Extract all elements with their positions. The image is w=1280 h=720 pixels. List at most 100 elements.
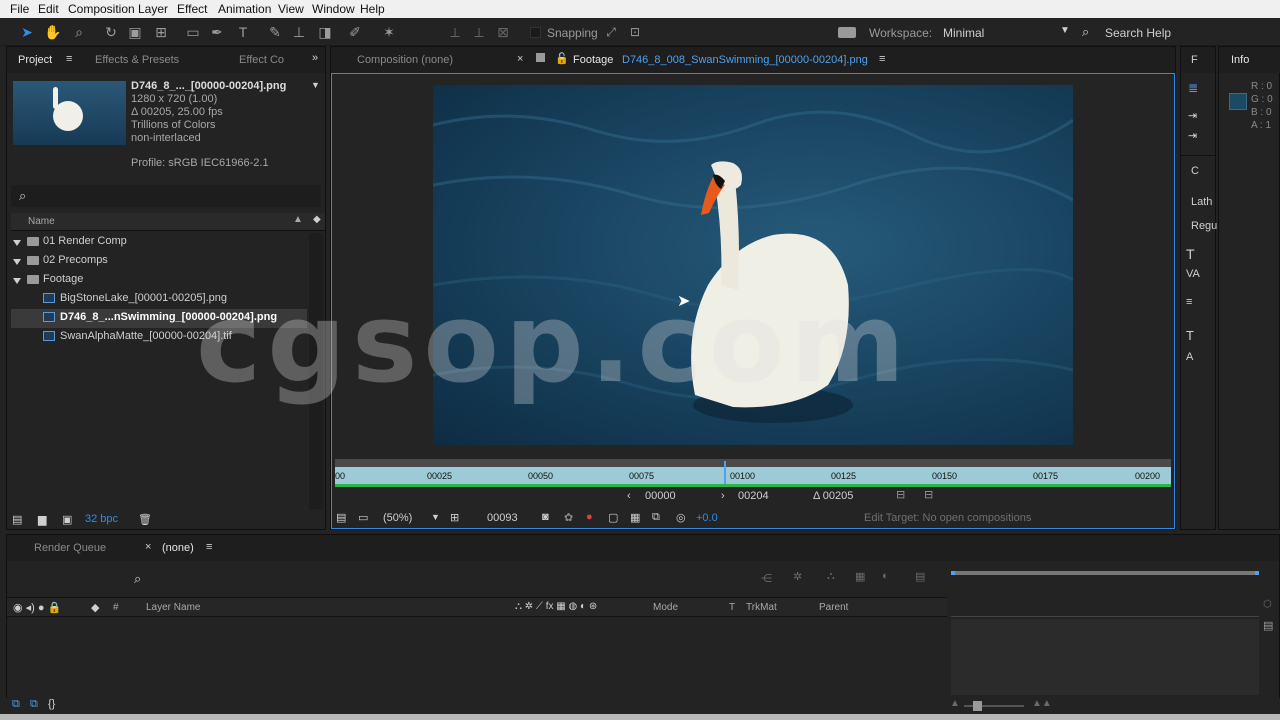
footage-dropdown-icon[interactable]: ▼ xyxy=(311,80,320,90)
snap-edges-icon[interactable]: ⤢ xyxy=(602,23,620,41)
search-icon[interactable]: ⌕ xyxy=(134,571,141,587)
out-point-value[interactable]: 00204 xyxy=(738,490,769,502)
av-features-icon[interactable]: ◉ ◂) ● 🔒 xyxy=(13,601,61,614)
set-out-point-icon[interactable]: › xyxy=(721,490,725,502)
region-of-interest-icon[interactable]: ▢ xyxy=(608,511,618,524)
tab-effects-presets[interactable]: Effects & Presets xyxy=(95,54,179,66)
axis-world-icon[interactable]: ⟂ xyxy=(470,23,488,41)
zoom-tool-icon[interactable]: ⌕ xyxy=(70,23,88,41)
reset-exposure-icon[interactable]: ◎ xyxy=(676,511,686,524)
monitor-icon[interactable]: ▭ xyxy=(358,511,368,524)
comp-flowchart-icon[interactable]: ✲ xyxy=(793,570,802,583)
tab-render-queue[interactable]: Render Queue xyxy=(34,542,106,554)
text-tool-icon[interactable]: T xyxy=(234,23,252,41)
snapping-checkbox[interactable] xyxy=(530,27,541,38)
close-tab-icon[interactable]: × xyxy=(517,53,523,65)
new-folder-icon[interactable]: ▆ xyxy=(38,513,46,526)
zoom-out-icon[interactable]: ▲ xyxy=(950,698,960,709)
zoom-dropdown-icon[interactable]: ▼ xyxy=(431,512,440,522)
zoom-in-icon[interactable]: ▲▲ xyxy=(1032,698,1052,709)
show-snapshot-icon[interactable]: ✿ xyxy=(564,511,573,524)
font-family-select[interactable]: Lath xyxy=(1191,196,1212,208)
project-search-input[interactable]: ⌕ xyxy=(11,185,321,207)
new-composition-icon[interactable]: ▣ xyxy=(62,513,72,526)
camera-tool-icon[interactable]: ▣ xyxy=(126,23,144,41)
mode-column-header[interactable]: Mode xyxy=(653,602,678,613)
zoom-slider-thumb[interactable] xyxy=(973,701,982,711)
menu-animation[interactable]: Animation xyxy=(218,2,271,16)
indent-left-icon[interactable]: ⇥ xyxy=(1188,109,1197,122)
t-column-header[interactable]: T xyxy=(729,602,735,613)
clone-stamp-tool-icon[interactable]: ⊥ xyxy=(290,23,308,41)
time-ruler[interactable]: 00 00025 00050 00075 00100 00125 00150 0… xyxy=(335,461,1171,487)
trkmat-column-header[interactable]: TrkMat xyxy=(746,602,777,613)
tab-character[interactable]: C xyxy=(1191,165,1199,177)
shy-layers-icon[interactable]: ⛬ xyxy=(827,570,835,583)
overlay-edit-icon[interactable]: ⊟ xyxy=(924,488,933,501)
menu-edit[interactable]: Edit xyxy=(38,2,59,16)
menu-view[interactable]: View xyxy=(278,2,304,16)
layer-switches-toggle-icon[interactable]: ⧉ xyxy=(12,698,20,711)
panel-overflow-icon[interactable]: » xyxy=(312,52,318,64)
panel-menu-icon[interactable]: ≡ xyxy=(206,541,212,553)
expand-triangle-icon[interactable] xyxy=(13,256,27,268)
in-out-toggle-icon[interactable]: {} xyxy=(48,698,55,710)
time-navigator[interactable] xyxy=(951,571,1259,575)
eraser-tool-icon[interactable]: ◨ xyxy=(316,23,334,41)
comp-button-icon[interactable]: ▤ xyxy=(1263,619,1273,632)
menu-window[interactable]: Window xyxy=(312,2,355,16)
frame-blending-icon[interactable]: ▦ xyxy=(855,570,865,583)
parent-column-header[interactable]: Parent xyxy=(819,602,848,613)
label-column-icon[interactable]: ◆ xyxy=(91,601,99,614)
stroke-width-icon[interactable]: ≡ xyxy=(1186,296,1192,308)
rotate-tool-icon[interactable]: ↻ xyxy=(102,23,120,41)
switches-icon[interactable]: ⛬ ✲ ⟋ fx ▦ ◍ ◐ ⊛ xyxy=(515,601,597,612)
tab-footage-name[interactable]: D746_8_008_SwanSwimming_[00000-00204].pn… xyxy=(622,54,868,66)
tab-none[interactable]: (none) xyxy=(162,542,194,554)
tab-composition[interactable]: Composition (none) xyxy=(357,54,453,66)
tab-paragraph[interactable]: F xyxy=(1191,54,1198,66)
exposure-value[interactable]: +0.0 xyxy=(696,512,718,524)
list-item[interactable]: 02 Precomps xyxy=(11,252,307,271)
close-tab-icon[interactable]: × xyxy=(145,541,151,553)
selection-tool-icon[interactable]: ➤ xyxy=(18,23,36,41)
set-in-point-icon[interactable]: ‹ xyxy=(627,490,631,502)
indent-first-icon[interactable]: ⇥ xyxy=(1188,129,1197,142)
work-area-bar[interactable] xyxy=(335,459,1171,467)
current-time-value[interactable]: 00093 xyxy=(487,512,518,524)
font-style-select[interactable]: Regu xyxy=(1191,220,1217,232)
always-preview-icon[interactable]: ▤ xyxy=(336,511,346,524)
menu-file[interactable]: File xyxy=(10,2,29,16)
hand-tool-icon[interactable]: ✋ xyxy=(44,23,62,41)
axis-local-icon[interactable]: ⟂ xyxy=(446,23,464,41)
graph-editor-icon[interactable]: ▤ xyxy=(915,570,925,583)
menu-effect[interactable]: Effect xyxy=(177,2,207,16)
workspace-select[interactable]: Minimal xyxy=(943,26,984,40)
expand-triangle-icon[interactable] xyxy=(13,275,27,287)
panel-menu-icon[interactable]: ≡ xyxy=(879,53,885,65)
panel-menu-icon[interactable]: ≡ xyxy=(66,53,72,65)
timeline-ruler[interactable] xyxy=(951,597,1259,617)
brush-tool-icon[interactable]: ✎ xyxy=(266,23,284,41)
tab-footage-label[interactable]: Footage xyxy=(573,54,613,66)
baseline-shift-icon[interactable]: A xyxy=(1186,351,1193,363)
timeline-track-area[interactable] xyxy=(951,619,1259,695)
color-channels-icon[interactable]: ● xyxy=(586,511,593,523)
font-size-icon[interactable]: T xyxy=(1186,246,1195,262)
kerning-icon[interactable]: VA xyxy=(1186,268,1200,280)
layer-name-column-header[interactable]: Layer Name xyxy=(146,602,200,613)
menu-layer[interactable]: Layer xyxy=(138,2,168,16)
name-column-header[interactable]: Name xyxy=(28,216,55,227)
draft-3d-icon[interactable]: ⋲ xyxy=(761,572,772,585)
axis-view-icon[interactable]: ⊠ xyxy=(494,23,512,41)
snapshot-icon[interactable]: ◙ xyxy=(542,511,549,523)
interpret-footage-icon[interactable]: ▤ xyxy=(12,513,22,526)
tab-info[interactable]: Info xyxy=(1231,54,1249,66)
ripple-insert-icon[interactable]: ⊟ xyxy=(896,488,905,501)
tab-project[interactable]: Project xyxy=(18,54,52,66)
trash-icon[interactable]: 🗑 xyxy=(138,513,152,526)
rectangle-tool-icon[interactable]: ▭ xyxy=(184,23,202,41)
vertical-scale-icon[interactable]: T xyxy=(1186,328,1194,343)
menu-help[interactable]: Help xyxy=(360,2,385,16)
bit-depth-button[interactable]: 32 bpc xyxy=(85,513,118,525)
